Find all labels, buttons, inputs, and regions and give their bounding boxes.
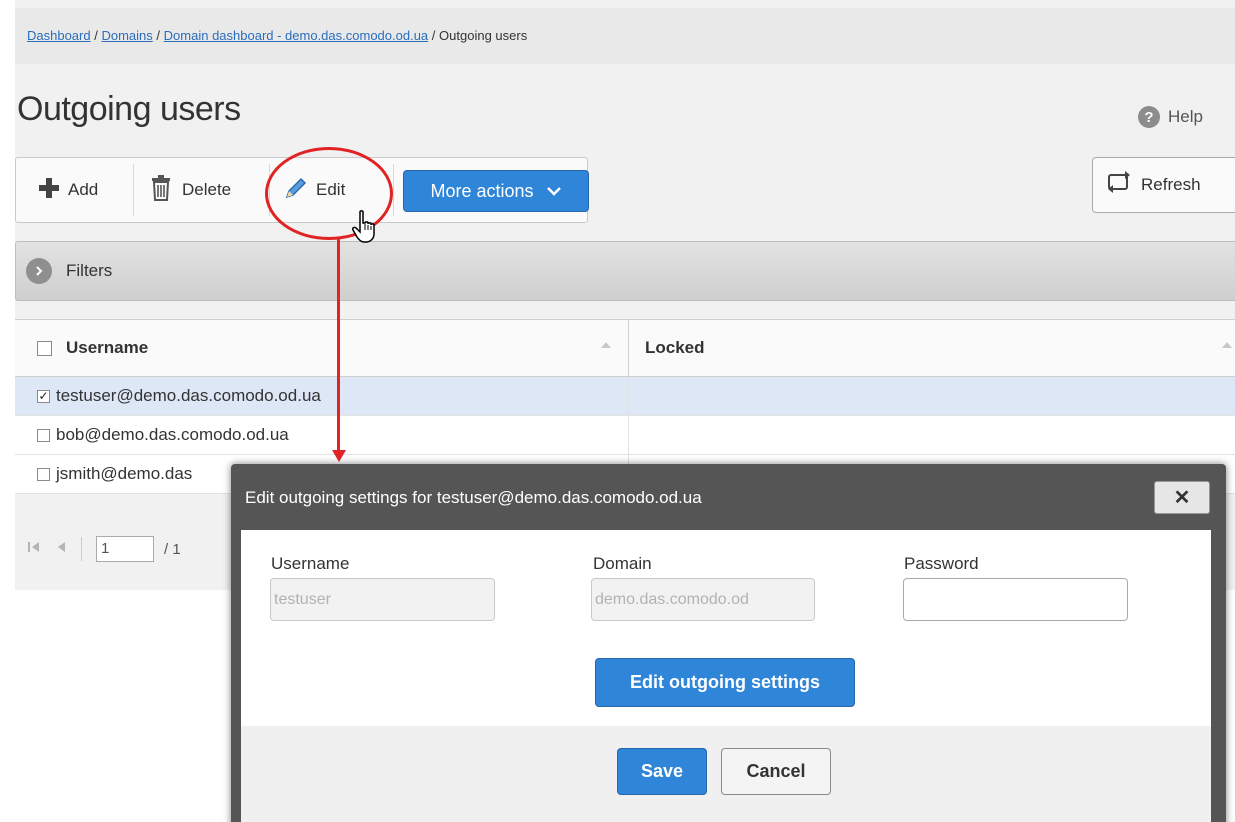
table-row[interactable]: ✓ testuser@demo.das.comodo.od.ua: [15, 377, 1235, 416]
toolbar-divider: [393, 164, 394, 216]
chevron-down-icon: [546, 181, 562, 202]
refresh-label: Refresh: [1141, 175, 1201, 194]
sort-arrow-icon: [601, 342, 611, 348]
dialog-body: Username testuser Domain demo.das.comodo…: [241, 530, 1211, 726]
select-all-checkbox[interactable]: [37, 340, 52, 356]
breadcrumb-separator: /: [156, 28, 161, 43]
column-locked-label: Locked: [645, 338, 705, 357]
save-button[interactable]: Save: [617, 748, 707, 795]
close-button[interactable]: ✕: [1154, 481, 1210, 514]
sort-arrow-icon: [1222, 342, 1232, 348]
column-locked[interactable]: Locked: [629, 320, 1235, 376]
breadcrumb-separator: /: [94, 28, 98, 43]
row-checkbox[interactable]: [37, 428, 50, 442]
add-label: Add: [68, 180, 99, 199]
row-checkbox[interactable]: ✓: [37, 389, 50, 403]
row-checkbox[interactable]: [37, 467, 50, 481]
pager-divider: [81, 537, 82, 561]
edit-outgoing-settings-dialog: Edit outgoing settings for testuser@demo…: [231, 464, 1226, 822]
cancel-button[interactable]: Cancel: [721, 748, 831, 795]
help-label: Help: [1168, 107, 1203, 126]
help-icon: ?: [1138, 106, 1160, 128]
refresh-icon: [1105, 170, 1133, 201]
annotation-arrow-line: [337, 238, 340, 453]
dialog-footer: Save Cancel: [241, 726, 1211, 822]
refresh-button[interactable]: Refresh: [1092, 157, 1235, 213]
breadcrumb: Dashboard / Domains / Domain dashboard -…: [15, 8, 1235, 64]
breadcrumb-domain-dashboard[interactable]: Domain dashboard - demo.das.comodo.od.ua: [164, 28, 429, 43]
breadcrumb-domains[interactable]: Domains: [101, 28, 152, 43]
username-text: testuser@demo.das.comodo.od.ua: [56, 386, 321, 405]
filters-arrow-icon: [26, 258, 52, 284]
username-text: jsmith@demo.das: [56, 464, 193, 483]
table-row[interactable]: bob@demo.das.comodo.od.ua: [15, 416, 1235, 455]
username-field: testuser: [270, 578, 495, 621]
first-page-icon[interactable]: [27, 540, 41, 558]
more-actions-button[interactable]: More actions: [403, 170, 589, 212]
pointer-cursor-icon: [352, 210, 380, 249]
plus-icon: [38, 177, 60, 204]
trash-icon: [150, 174, 172, 206]
password-field[interactable]: [903, 578, 1128, 621]
table-header: Username Locked: [15, 319, 1235, 377]
filters-label: Filters: [66, 261, 113, 280]
prev-page-icon[interactable]: [55, 540, 67, 558]
edit-outgoing-settings-button[interactable]: Edit outgoing settings: [595, 658, 855, 707]
breadcrumb-dashboard[interactable]: Dashboard: [27, 28, 91, 43]
domain-field: demo.das.comodo.od: [591, 578, 815, 621]
dialog-title: Edit outgoing settings for testuser@demo…: [245, 488, 702, 507]
username-cell: ✓ testuser@demo.das.comodo.od.ua: [15, 377, 629, 415]
close-icon: ✕: [1173, 487, 1191, 509]
filters-panel[interactable]: Filters: [15, 241, 1235, 301]
annotation-arrow-head: [332, 450, 346, 462]
page-total: / 1: [164, 540, 181, 558]
username-text: bob@demo.das.comodo.od.ua: [56, 425, 289, 444]
page-number-input[interactable]: 1: [96, 536, 154, 562]
breadcrumb-current: Outgoing users: [439, 28, 528, 43]
username-label: Username: [271, 554, 350, 573]
more-actions-label: More actions: [430, 180, 534, 201]
column-username[interactable]: Username: [15, 320, 629, 376]
delete-button[interactable]: Delete: [150, 158, 231, 222]
page-title: Outgoing users: [17, 90, 241, 128]
add-button[interactable]: Add: [38, 158, 98, 222]
delete-label: Delete: [182, 180, 232, 199]
domain-label: Domain: [593, 554, 652, 573]
username-cell: bob@demo.das.comodo.od.ua: [15, 416, 629, 454]
column-username-label: Username: [66, 338, 149, 357]
page: Dashboard / Domains / Domain dashboard -…: [0, 0, 1235, 822]
password-label: Password: [904, 554, 979, 573]
breadcrumb-separator: /: [431, 28, 436, 43]
toolbar-divider: [133, 164, 134, 216]
help-link[interactable]: ? Help: [1138, 106, 1203, 128]
